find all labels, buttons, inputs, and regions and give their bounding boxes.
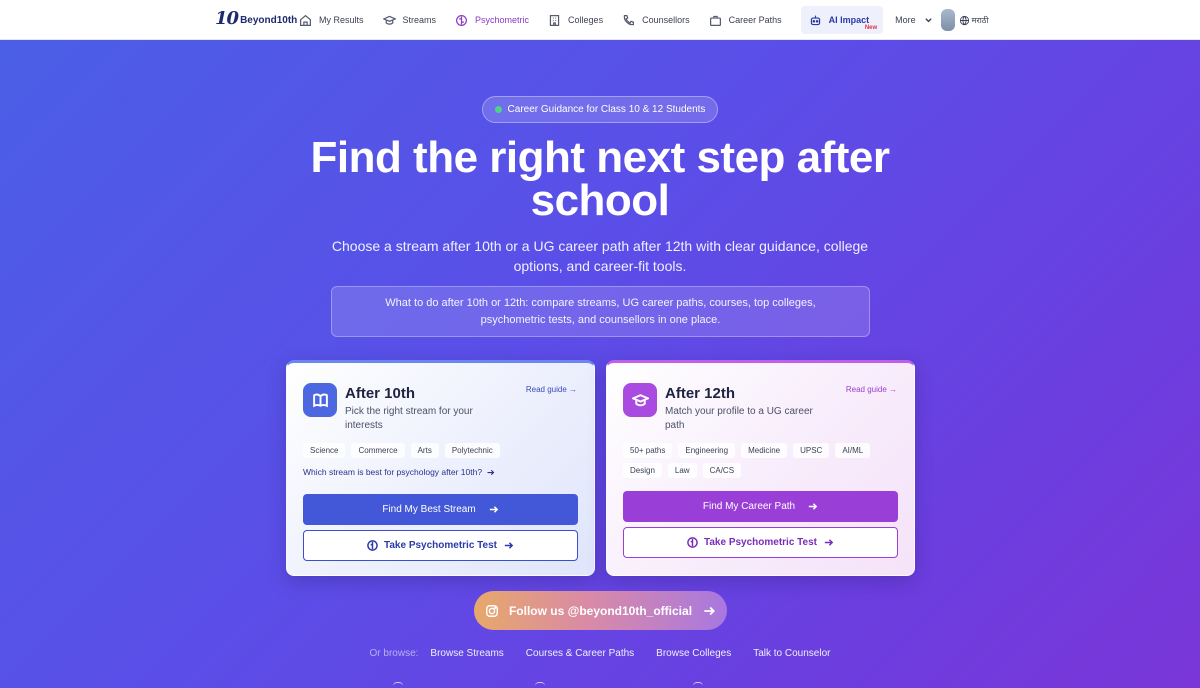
card-title: After 12th xyxy=(665,385,736,402)
chevron-down-icon xyxy=(924,17,932,22)
arrow-right-icon xyxy=(808,503,818,510)
question-text: Which stream is best for psychology afte… xyxy=(303,467,483,477)
top-navbar: 10 Beyond10th My Results Streams Psychom… xyxy=(0,0,1200,40)
tag-upsc[interactable]: UPSC xyxy=(793,443,830,458)
logo-mark: 10 xyxy=(215,8,239,29)
building-icon xyxy=(549,14,560,26)
arrow-right-icon xyxy=(489,506,498,513)
tag-medicine[interactable]: Medicine xyxy=(741,443,788,458)
brain-icon xyxy=(367,540,378,551)
browse-colleges-link[interactable]: Browse Colleges xyxy=(656,648,731,659)
info-box: What to do after 10th or 12th: compare s… xyxy=(331,286,870,337)
graduation-cap-icon xyxy=(535,682,545,688)
tag-ca-cs[interactable]: CA/CS xyxy=(702,463,742,478)
tag-ai-ml[interactable]: AI/ML xyxy=(835,443,871,458)
status-dot xyxy=(494,106,502,113)
hero-pill-text: Career Guidance for Class 10 & 12 Studen… xyxy=(507,104,706,115)
arrow-right-icon xyxy=(704,606,716,615)
nav-item-label: Career Paths xyxy=(728,15,782,25)
robot-icon xyxy=(810,15,820,25)
arrow-right-icon xyxy=(487,469,495,475)
graduation-cap-icon xyxy=(623,383,657,417)
tag-commerce[interactable]: Commerce xyxy=(351,443,405,458)
question-link[interactable]: Which stream is best for psychology afte… xyxy=(303,467,495,477)
tag-science[interactable]: Science xyxy=(303,443,346,458)
take-psychometric-test-button[interactable]: Take Psychometric Test xyxy=(303,530,578,561)
tag-arts[interactable]: Arts xyxy=(410,443,439,458)
nav-item-counsellors[interactable]: Counsellors xyxy=(622,6,690,34)
career-tags: 50+ paths Engineering Medicine UPSC AI/M… xyxy=(623,443,893,478)
new-badge: New xyxy=(864,25,878,31)
home-icon xyxy=(300,14,311,26)
arrow-right-icon xyxy=(824,539,834,546)
page-title: Find the right next step after school xyxy=(310,133,890,225)
nav-item-career-paths[interactable]: Career Paths xyxy=(709,6,782,34)
nav-item-label: Colleges xyxy=(568,15,604,25)
language-label: मराठी xyxy=(971,15,989,25)
follow-label: Follow us @beyond10th_official xyxy=(508,603,693,618)
book-icon xyxy=(303,383,337,417)
more-label: More xyxy=(895,15,916,25)
tag-law[interactable]: Law xyxy=(667,463,697,478)
phone-icon xyxy=(623,14,635,25)
graduation-cap-icon xyxy=(382,15,396,25)
nav-item-label: Psychometric xyxy=(475,15,530,25)
hero-pill: Career Guidance for Class 10 & 12 Studen… xyxy=(482,96,718,123)
browse-streams-link[interactable]: Browse Streams xyxy=(430,648,503,659)
shield-icon xyxy=(393,682,403,688)
read-guide-link[interactable]: Read guide → xyxy=(846,385,897,394)
award-icon xyxy=(693,682,703,688)
browse-label: Or browse: xyxy=(369,648,419,659)
hero-subhead: Choose a stream after 10th or a UG caree… xyxy=(331,238,869,274)
nav-item-label: AI Impact xyxy=(828,15,870,25)
globe-icon xyxy=(959,15,969,25)
tag-50-paths[interactable]: 50+ paths xyxy=(623,443,673,458)
nav-item-ai-impact[interactable]: AI Impact New xyxy=(800,6,884,34)
nav-item-label: My Results xyxy=(319,15,364,25)
stream-tags: Science Commerce Arts Polytechnic xyxy=(303,443,573,458)
nav-item-colleges[interactable]: Colleges xyxy=(548,6,603,34)
language-switcher[interactable]: मराठी xyxy=(959,15,989,26)
card-title: After 10th xyxy=(345,385,416,402)
button-label: Find My Best Stream xyxy=(382,504,476,515)
tag-engineering[interactable]: Engineering xyxy=(678,443,736,458)
nav-item-label: Counsellors xyxy=(642,15,690,25)
nav-item-streams[interactable]: Streams xyxy=(382,6,437,34)
find-best-stream-button[interactable]: Find My Best Stream xyxy=(303,494,578,525)
card-description: Pick the right stream for your interests xyxy=(345,406,473,431)
nav-item-psychometric[interactable]: Psychometric xyxy=(455,6,529,34)
courses-career-paths-link[interactable]: Courses & Career Paths xyxy=(526,648,634,659)
logo-text: Beyond10th xyxy=(240,14,298,26)
avatar[interactable] xyxy=(940,9,955,31)
brain-icon xyxy=(687,537,698,548)
button-label: Take Psychometric Test xyxy=(383,540,497,551)
button-label: Take Psychometric Test xyxy=(703,537,817,548)
follow-instagram-button[interactable]: Follow us @beyond10th_official xyxy=(474,591,727,630)
logo[interactable]: 10 Beyond10th xyxy=(215,8,297,29)
nav-item-my-results[interactable]: My Results xyxy=(299,6,364,34)
after-10th-card: After 10th Pick the right stream for you… xyxy=(286,360,595,576)
button-label: Find My Career Path xyxy=(702,501,796,512)
talk-to-counselor-link[interactable]: Talk to Counselor xyxy=(753,648,830,659)
briefcase-icon xyxy=(709,15,721,26)
nav-items: My Results Streams Psychometric Colleges… xyxy=(299,0,989,40)
find-career-path-button[interactable]: Find My Career Path xyxy=(623,491,898,522)
card-description: Match your profile to a UG career path xyxy=(665,406,813,431)
brain-icon xyxy=(456,14,468,26)
after-12th-card: After 12th Match your profile to a UG ca… xyxy=(606,360,915,576)
read-guide-link[interactable]: Read guide → xyxy=(526,385,577,394)
take-psychometric-test-button[interactable]: Take Psychometric Test xyxy=(623,527,898,558)
tag-polytechnic[interactable]: Polytechnic xyxy=(444,443,500,458)
nav-item-label: Streams xyxy=(402,15,437,25)
instagram-icon xyxy=(486,604,498,617)
more-menu[interactable]: More xyxy=(895,15,933,25)
tag-design[interactable]: Design xyxy=(623,463,662,478)
arrow-right-icon xyxy=(504,542,514,549)
bottom-icons-row xyxy=(0,682,1200,688)
browse-links: Or browse: Browse Streams Courses & Care… xyxy=(0,648,1200,659)
